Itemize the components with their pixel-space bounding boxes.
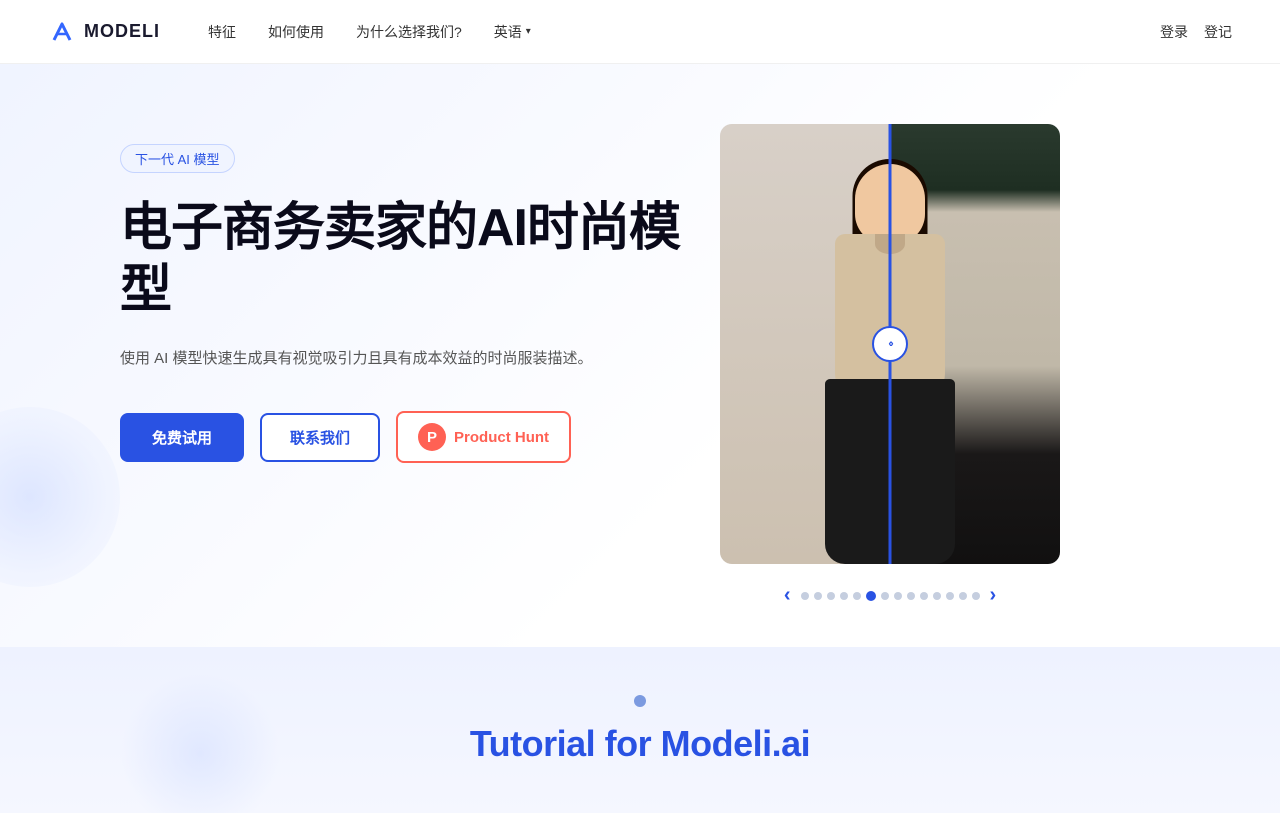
carousel-prev-button[interactable]: ‹ xyxy=(780,584,795,607)
carousel-dot-3[interactable] xyxy=(827,592,835,600)
login-button[interactable]: 登录 xyxy=(1160,22,1188,42)
product-hunt-icon: P xyxy=(418,423,446,451)
carousel-next-button[interactable]: › xyxy=(986,584,1001,607)
carousel-dot-14[interactable] xyxy=(972,592,980,600)
carousel-dot-7[interactable] xyxy=(881,592,889,600)
carousel-dots: ‹ › xyxy=(780,584,1000,607)
carousel-dot-5[interactable] xyxy=(853,592,861,600)
carousel-dot-4[interactable] xyxy=(840,592,848,600)
hero-section: 下一代 AI 模型 电子商务卖家的AI时尚模型 使用 AI 模型快速生成具有视觉… xyxy=(0,64,1280,647)
tutorial-title: Tutorial for Modeli.ai xyxy=(80,723,1200,765)
carousel-dot-10[interactable] xyxy=(920,592,928,600)
contact-us-button[interactable]: 联系我们 xyxy=(260,413,380,462)
hero-image-area: ‹› ‹ › xyxy=(720,124,1060,607)
carousel-dot-6[interactable] xyxy=(866,591,876,601)
carousel-dot-11[interactable] xyxy=(933,592,941,600)
carousel-dot-8[interactable] xyxy=(894,592,902,600)
nav-how-to-use[interactable]: 如何使用 xyxy=(268,22,324,42)
nav-why-us[interactable]: 为什么选择我们? xyxy=(356,22,462,42)
carousel-dot-9[interactable] xyxy=(907,592,915,600)
carousel-dot-indicators xyxy=(801,591,980,601)
logo-text: MODELI xyxy=(84,21,160,42)
navbar: MODELI 特征 如何使用 为什么选择我们? 英语 ▾ 登录 登记 xyxy=(0,0,1280,64)
model-image-comparison[interactable]: ‹› xyxy=(720,124,1060,564)
hero-badge: 下一代 AI 模型 xyxy=(120,144,235,173)
nav-features[interactable]: 特征 xyxy=(208,22,236,42)
tutorial-dot-decoration xyxy=(634,695,646,707)
carousel-dot-12[interactable] xyxy=(946,592,954,600)
carousel-dot-1[interactable] xyxy=(801,592,809,600)
carousel-dot-2[interactable] xyxy=(814,592,822,600)
nav-language[interactable]: 英语 ▾ xyxy=(494,22,531,42)
drag-arrows-icon: ‹› xyxy=(888,338,891,350)
chevron-down-icon: ▾ xyxy=(526,26,531,37)
hero-title: 电子商务卖家的AI时尚模型 xyxy=(120,197,680,322)
carousel-dot-13[interactable] xyxy=(959,592,967,600)
logo[interactable]: MODELI xyxy=(48,18,160,46)
comparison-drag-handle[interactable]: ‹› xyxy=(872,326,908,362)
hero-subtitle: 使用 AI 模型快速生成具有视觉吸引力且具有成本效益的时尚服装描述。 xyxy=(120,346,600,372)
tutorial-section: Tutorial for Modeli.ai xyxy=(0,647,1280,813)
hero-content: 下一代 AI 模型 电子商务卖家的AI时尚模型 使用 AI 模型快速生成具有视觉… xyxy=(120,124,680,463)
nav-actions: 登录 登记 xyxy=(1160,22,1232,42)
register-button[interactable]: 登记 xyxy=(1204,22,1232,42)
nav-links: 特征 如何使用 为什么选择我们? 英语 ▾ xyxy=(208,22,1160,42)
product-hunt-button[interactable]: P Product Hunt xyxy=(396,411,571,463)
logo-icon xyxy=(48,18,76,46)
hero-buttons: 免费试用 联系我们 P Product Hunt xyxy=(120,411,680,463)
free-trial-button[interactable]: 免费试用 xyxy=(120,413,244,462)
